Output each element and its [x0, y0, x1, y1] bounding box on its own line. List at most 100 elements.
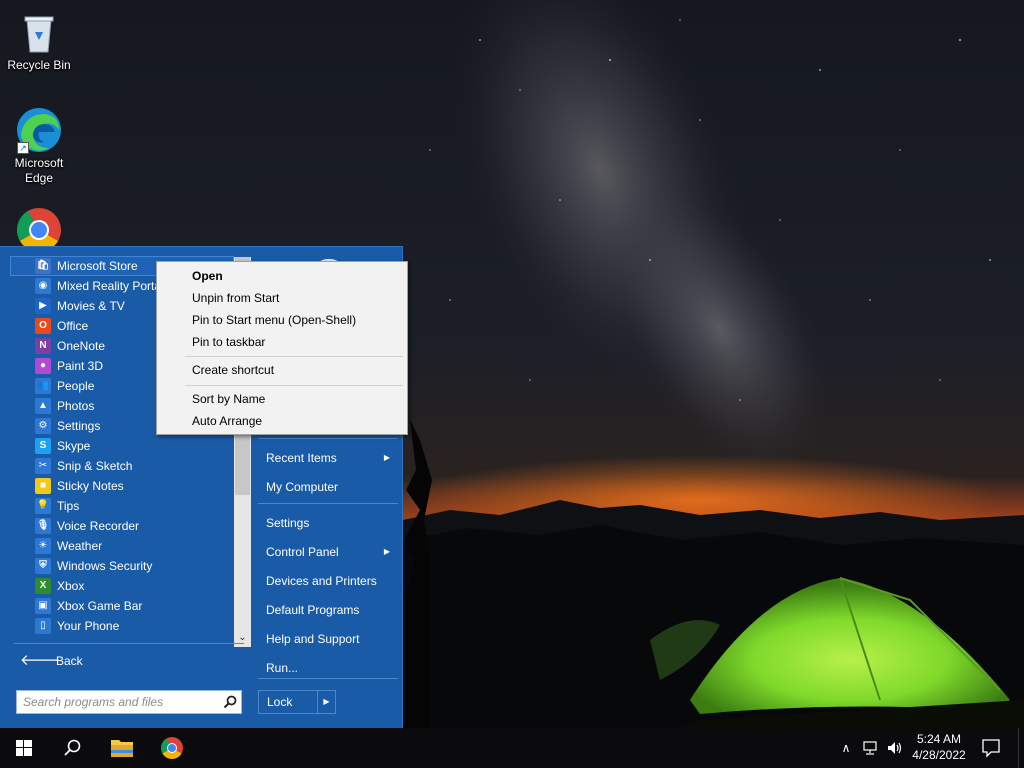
programs-separator [14, 643, 244, 644]
program-item-label: Microsoft Store [57, 259, 138, 273]
program-item-label: Snip & Sketch [57, 459, 133, 473]
context-item-pin-to-taskbar[interactable]: Pin to taskbar [158, 331, 406, 353]
edge-label: Microsoft Edge [14, 156, 64, 185]
submenu-arrow-icon: ▶ [383, 453, 390, 462]
program-item[interactable]: ✂ Snip & Sketch [10, 456, 234, 476]
movies-tv-icon: ▶ [35, 298, 51, 314]
places-item-recent-items[interactable]: Recent Items ▶ [258, 446, 398, 470]
sticky-notes-icon: ■ [35, 478, 51, 494]
program-item[interactable]: ▯ Your Phone [10, 616, 234, 636]
paint-3d-icon: ● [35, 358, 51, 374]
places-separator [258, 503, 398, 504]
program-item-label: Photos [57, 399, 95, 413]
program-item-label: Sticky Notes [57, 479, 124, 493]
context-item-auto-arrange[interactable]: Auto Arrange [158, 410, 406, 432]
shortcut-arrow-icon: ↗ [17, 142, 29, 154]
lock-group: Lock ▶ [258, 690, 336, 714]
program-item-label: Your Phone [57, 619, 120, 633]
program-item[interactable]: S Skype [10, 436, 234, 456]
places-separator [258, 678, 398, 679]
program-item[interactable]: ⛨ Windows Security [10, 556, 234, 576]
weather-icon: ☀ [35, 538, 51, 554]
skype-icon: S [35, 438, 51, 454]
places-item-label: Run... [266, 661, 299, 675]
taskbar-clock[interactable]: 5:24 AM 4/28/2022 [904, 731, 974, 763]
context-item-create-shortcut[interactable]: Create shortcut [158, 359, 406, 381]
photos-icon: ▲ [35, 398, 51, 414]
submenu-arrow-icon: ▶ [383, 547, 390, 556]
places-item-settings[interactable]: Settings [258, 511, 398, 535]
program-item-label: People [57, 379, 95, 393]
search-input[interactable] [17, 691, 217, 713]
program-item[interactable]: ▣ Xbox Game Bar [10, 596, 234, 616]
xbox-game-bar-icon: ▣ [35, 598, 51, 614]
xbox-icon: X [35, 578, 51, 594]
scroll-down-button[interactable]: ⌄ [234, 629, 251, 647]
search-icon[interactable] [223, 695, 237, 709]
network-icon[interactable] [862, 740, 880, 756]
action-center-notification-icon[interactable] [978, 736, 1004, 760]
volume-icon[interactable] [886, 740, 904, 756]
search-icon [64, 739, 81, 756]
recycle-bin-label: Recycle Bin [7, 58, 71, 72]
places-item-my-computer[interactable]: My Computer [258, 475, 398, 499]
chrome-icon [161, 737, 183, 759]
folder-icon [111, 740, 133, 757]
context-item-open[interactable]: Open [158, 265, 406, 287]
snip-sketch-icon: ✂ [35, 458, 51, 474]
edge-desktop-icon[interactable]: ↗ Microsoft Edge [3, 106, 75, 186]
program-item[interactable]: ■ Sticky Notes [10, 476, 234, 496]
program-item-label: Paint 3D [57, 359, 104, 373]
windows-logo-icon [16, 740, 32, 756]
context-item-sort-by-name[interactable]: Sort by Name [158, 388, 406, 410]
edge-browser-icon: ↗ [15, 106, 63, 154]
program-item[interactable]: ☀ Weather [10, 536, 234, 556]
program-item-label: Skype [57, 439, 91, 453]
places-item-help-and-support[interactable]: Help and Support [258, 627, 398, 651]
show-hidden-icons-chevron-icon[interactable]: ∧ [838, 740, 854, 756]
places-item-control-panel[interactable]: Control Panel ▶ [258, 540, 398, 564]
people-icon: 👥 [35, 378, 51, 394]
store-icon: 🛍 [35, 258, 51, 274]
chrome-taskbar-button[interactable] [148, 728, 196, 768]
program-item-label: Mixed Reality Portal [57, 279, 164, 293]
taskbar: ∧ 5:24 AM 4/28/2022 [0, 728, 1024, 768]
settings-gear-icon: ⚙ [35, 418, 51, 434]
taskbar-search-button[interactable] [48, 728, 96, 768]
context-item-unpin-from-start[interactable]: Unpin from Start [158, 287, 406, 309]
recycle-bin-desktop-icon[interactable]: Recycle Bin [3, 8, 75, 73]
program-item[interactable]: 💡 Tips [10, 496, 234, 516]
places-item-label: Recent Items [266, 451, 337, 465]
program-item-label: Xbox Game Bar [57, 599, 143, 613]
start-button[interactable] [0, 728, 48, 768]
program-item-label: OneNote [57, 339, 106, 353]
context-separator [185, 385, 403, 386]
places-item-run[interactable]: Run... [258, 656, 398, 680]
recycle-bin-icon [15, 8, 63, 56]
context-item-pin-to-start-menu[interactable]: Pin to Start menu (Open-Shell) [158, 309, 406, 331]
lock-button[interactable]: Lock [258, 690, 318, 714]
program-item-label: Movies & TV [57, 299, 125, 313]
program-item[interactable]: X Xbox [10, 576, 234, 596]
back-label: Back [56, 654, 83, 668]
places-item-devices-and-printers[interactable]: Devices and Printers [258, 569, 398, 593]
back-button[interactable]: 🡐 Back [14, 650, 244, 672]
program-item[interactable]: 🎙 Voice Recorder [10, 516, 234, 536]
context-separator [185, 356, 403, 357]
places-item-label: Settings [266, 516, 310, 530]
lock-options-arrow[interactable]: ▶ [317, 690, 336, 714]
file-explorer-taskbar-button[interactable] [98, 728, 146, 768]
show-desktop-button[interactable] [1018, 728, 1024, 768]
places-item-label: Help and Support [266, 632, 360, 646]
program-item-label: Office [57, 319, 89, 333]
places-item-default-programs[interactable]: Default Programs [258, 598, 398, 622]
search-box[interactable] [16, 690, 242, 714]
program-item-label: Xbox [57, 579, 85, 593]
program-item-label: Voice Recorder [57, 519, 140, 533]
phone-icon: ▯ [35, 618, 51, 634]
places-item-label: Devices and Printers [266, 574, 377, 588]
tips-lightbulb-icon: 💡 [35, 498, 51, 514]
clock-time: 5:24 AM [916, 732, 962, 746]
program-item-label: Settings [57, 419, 101, 433]
clock-date: 4/28/2022 [912, 748, 966, 762]
